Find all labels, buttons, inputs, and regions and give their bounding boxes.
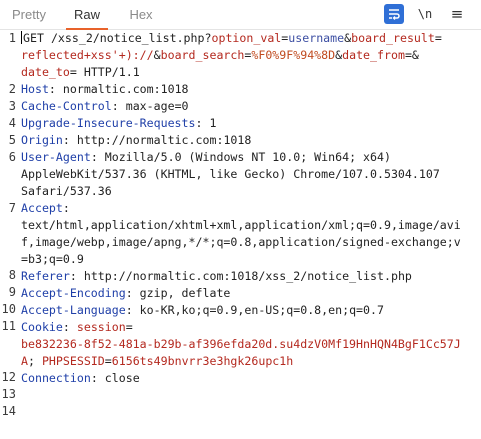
message-toolbar: Pretty Raw Hex \n ≡ [0,0,481,30]
hamburger-menu-icon[interactable]: ≡ [444,4,470,24]
raw-request-editor[interactable]: 1 2 3 4 5 6 7 8 9 10 11 12 13 14 GET /xs… [0,30,481,439]
line-number: 7 [8,201,16,215]
wrap-lines-button[interactable] [384,4,404,24]
tab-pretty[interactable]: Pretty [0,0,58,29]
line-number: 10 [1,302,16,316]
header-accept-cont: =b3;q=0.9 [21,252,84,266]
header-origin: Origin: http://normaltic.com:1018 [21,133,252,147]
request-line-cont: reflected+xss'+)://&board_search=%F0%9F%… [21,48,419,62]
line-number: 1 [8,31,16,45]
header-upgrade-insecure: Upgrade-Insecure-Requests: 1 [21,116,217,130]
header-connection: Connection: close [21,371,140,385]
header-user-agent-cont: AppleWebKit/537.36 (KHTML, like Gecko) C… [21,167,440,181]
header-accept-cont: text/html,application/xhtml+xml,applicat… [21,218,461,232]
line-number: 2 [8,82,16,96]
header-user-agent: User-Agent: Mozilla/5.0 (Windows NT 10.0… [21,150,391,164]
show-newlines-button[interactable]: \n [414,4,436,24]
tab-raw[interactable]: Raw [58,0,116,30]
header-accept-cont: f,image/webp,image/apng,*/*;q=0.8,applic… [21,235,461,249]
header-user-agent-cont: Safari/537.36 [21,184,112,198]
header-cookie-cont: be832236-8f52-481a-b29b-af396efda20d.su4… [21,337,461,351]
request-line-cont: date_to= HTTP/1.1 [21,65,140,79]
line-number-gutter: 1 2 3 4 5 6 7 8 9 10 11 12 13 14 [0,30,19,439]
line-number: 11 [1,319,16,333]
tab-hex[interactable]: Hex [116,0,166,29]
header-cookie-cont: A; PHPSESSID=6156ts49bnvrr3e3hgk26upc1h [21,354,294,368]
wrap-lines-icon [389,9,400,20]
header-referer: Referer: http://normaltic.com:1018/xss_2… [21,269,412,283]
header-cache-control: Cache-Control: max-age=0 [21,99,189,113]
header-accept-language: Accept-Language: ko-KR,ko;q=0.9,en-US;q=… [21,303,384,317]
request-line: GET /xss_2/notice_list.php?option_val=us… [21,31,442,45]
header-host: Host: normaltic.com:1018 [21,82,189,96]
text-cursor [21,31,22,44]
line-number: 6 [8,150,16,164]
header-cookie: Cookie: session= [21,320,133,334]
line-number: 9 [8,285,16,299]
line-number: 13 [1,387,16,401]
header-accept-encoding: Accept-Encoding: gzip, deflate [21,286,231,300]
line-number: 5 [8,133,16,147]
line-number: 8 [8,268,16,282]
header-accept: Accept: [21,201,70,215]
line-number: 3 [8,99,16,113]
line-number: 14 [1,404,16,418]
line-number: 4 [8,116,16,130]
line-number: 12 [1,370,16,384]
